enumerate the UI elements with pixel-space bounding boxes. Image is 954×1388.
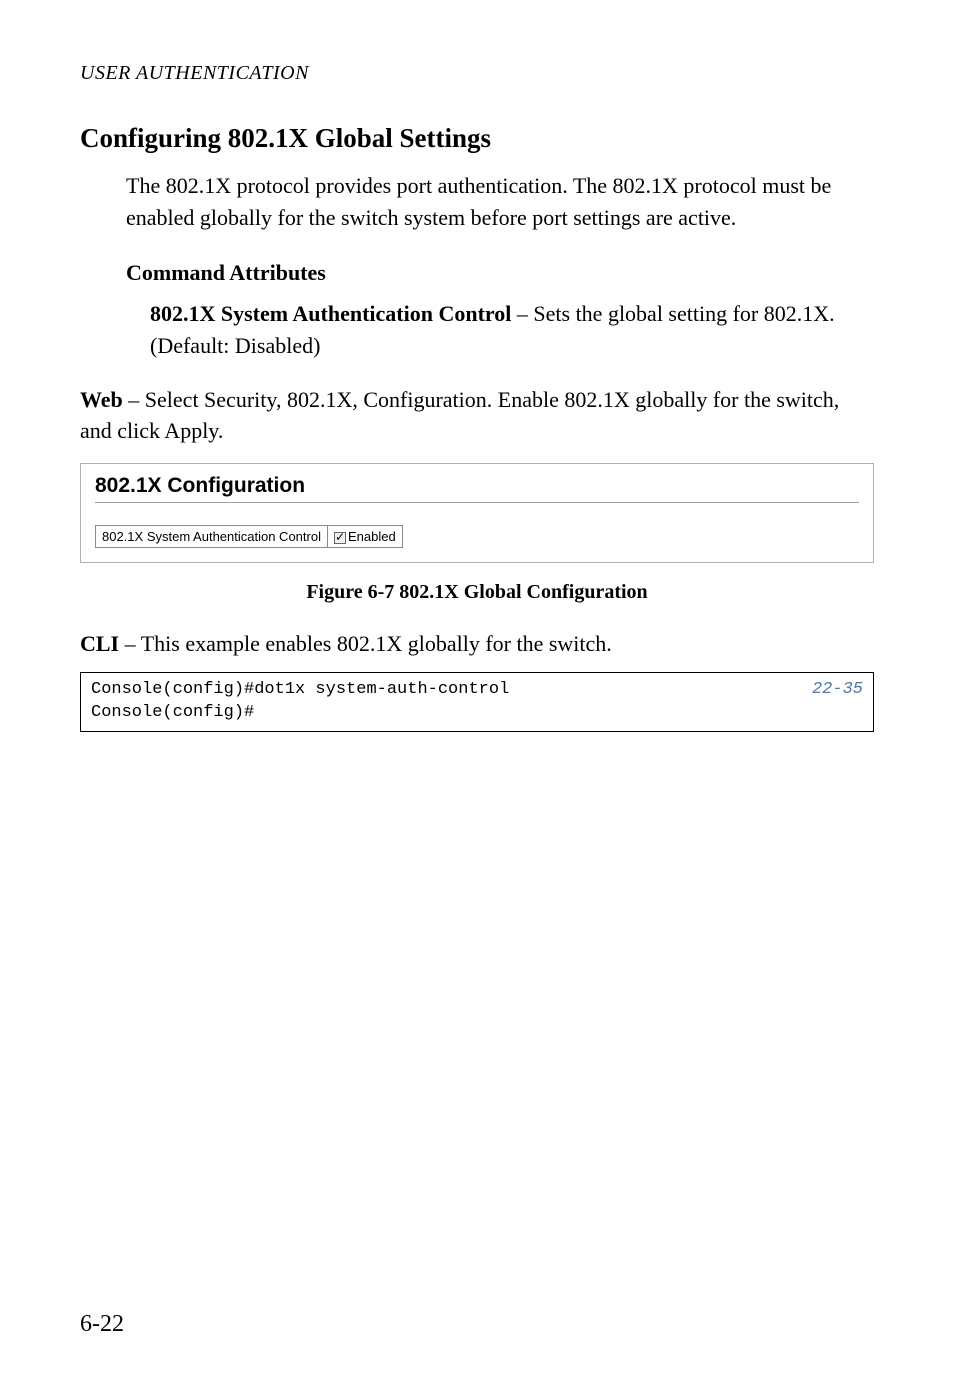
cli-instruction: CLI – This example enables 802.1X global… xyxy=(80,628,874,660)
checkbox-label: Enabled xyxy=(348,529,396,544)
screenshot-panel: 802.1X Configuration 802.1X System Authe… xyxy=(80,463,874,563)
config-row-label: 802.1X System Authentication Control xyxy=(96,526,328,548)
running-header: USER AUTHENTICATION xyxy=(80,62,874,85)
code-line-2: Console(config)# xyxy=(91,702,863,725)
web-description: – Select Security, 802.1X, Configuration… xyxy=(80,387,839,444)
config-checkbox-cell: Enabled xyxy=(327,526,402,548)
code-line-1: Console(config)#dot1x system-auth-contro… xyxy=(91,679,863,702)
config-table: 802.1X System Authentication Control Ena… xyxy=(95,525,403,548)
section-heading: Configuring 802.1X Global Settings xyxy=(80,123,874,154)
attribute-item: 802.1X System Authentication Control – S… xyxy=(150,298,874,362)
figure-caption: Figure 6-7 802.1X Global Configuration xyxy=(80,581,874,604)
command-attributes-heading: Command Attributes xyxy=(126,260,874,286)
checkbox-icon[interactable] xyxy=(334,532,346,544)
attribute-label: 802.1X System Authentication Control xyxy=(150,301,511,326)
code-command-1: Console(config)#dot1x system-auth-contro… xyxy=(91,679,509,702)
intro-paragraph: The 802.1X protocol provides port authen… xyxy=(126,170,874,234)
divider xyxy=(95,502,859,503)
page-number: 6-22 xyxy=(80,1311,124,1338)
web-instruction: Web – Select Security, 802.1X, Configura… xyxy=(80,384,874,448)
web-label: Web xyxy=(80,387,123,412)
table-row: 802.1X System Authentication Control Ena… xyxy=(96,526,403,548)
cli-label: CLI xyxy=(80,631,119,656)
code-block: Console(config)#dot1x system-auth-contro… xyxy=(80,672,874,732)
code-reference: 22-35 xyxy=(812,679,863,702)
cli-description: – This example enables 802.1X globally f… xyxy=(119,631,612,656)
screenshot-title: 802.1X Configuration xyxy=(95,474,859,498)
